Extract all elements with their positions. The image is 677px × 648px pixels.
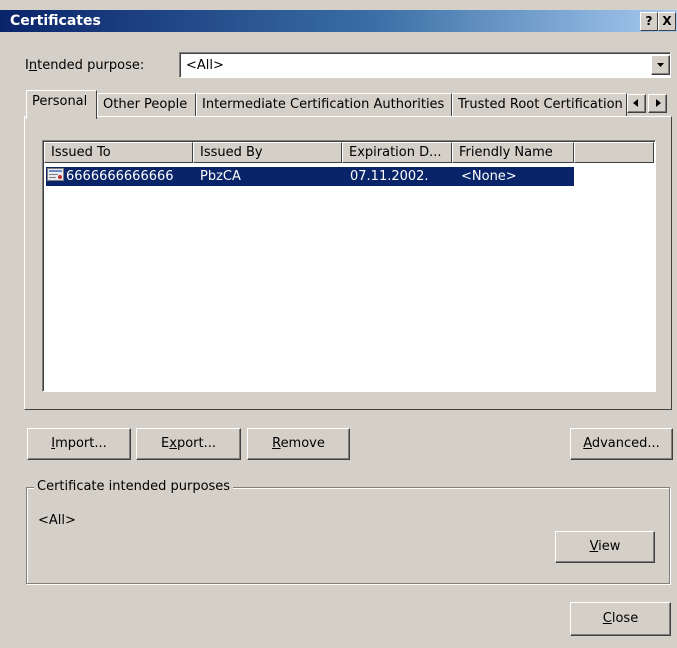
group-title: Certificate intended purposes [34, 479, 234, 494]
button-label: lose [611, 611, 639, 626]
label-accelerator: n [28, 58, 38, 73]
button-label: mport... [55, 436, 107, 451]
help-button[interactable]: ? [640, 12, 658, 31]
tab-scroll-right-button[interactable] [648, 94, 667, 113]
intended-purpose-combobox[interactable] [179, 52, 671, 78]
import-button[interactable]: Import... [27, 428, 131, 460]
tab-other-people[interactable]: Other People [97, 93, 196, 117]
cell-friendly-name: <None> [461, 169, 517, 184]
column-header-friendly-name[interactable]: Friendly Name [452, 142, 574, 163]
column-header-issued-by[interactable]: Issued By [193, 142, 342, 163]
column-header-expiration[interactable]: Expiration D... [342, 142, 452, 163]
accelerator-key: R [272, 436, 281, 451]
button-label: dvanced... [591, 436, 660, 451]
accelerator-key: x [169, 436, 177, 451]
accelerator-key: C [602, 611, 612, 626]
certificate-icon [47, 168, 64, 182]
button-label: emove [280, 436, 325, 451]
close-button[interactable]: Close [570, 602, 671, 636]
tab-scroll-left-button[interactable] [627, 94, 646, 113]
remove-button[interactable]: Remove [247, 428, 350, 460]
button-label: E [161, 436, 170, 451]
cell-expiration: 07.11.2002. [350, 169, 429, 184]
button-label: iew [598, 539, 621, 554]
chevron-down-icon[interactable] [651, 55, 670, 75]
intended-purposes-value: <All> [38, 513, 76, 528]
accelerator-key: V [589, 539, 599, 554]
chevron-right-icon [656, 99, 661, 107]
cell-issued-to: 6666666666666 [66, 169, 174, 184]
view-button[interactable]: View [555, 531, 655, 563]
label-part: tended purpose: [37, 58, 145, 73]
title-bar[interactable] [0, 10, 677, 32]
intended-purpose-label: Intended purpose: [25, 58, 144, 73]
tab-intermediate-ca[interactable]: Intermediate Certification Authorities [196, 93, 452, 117]
button-label: port... [176, 436, 216, 451]
accelerator-key: A [583, 436, 592, 451]
chevron-left-icon [633, 99, 638, 107]
cell-issued-by: PbzCA [200, 169, 241, 184]
close-window-button[interactable]: X [658, 12, 676, 31]
window-title: Certificates [10, 13, 101, 29]
export-button[interactable]: Export... [136, 428, 241, 460]
column-header-issued-to[interactable]: Issued To [44, 142, 193, 163]
intended-purpose-value: <All> [186, 58, 224, 73]
tab-trusted-root-ca[interactable]: Trusted Root Certification [452, 93, 627, 117]
tab-personal[interactable]: Personal [26, 90, 97, 119]
column-header-filler [574, 142, 654, 163]
advanced-button[interactable]: Advanced... [570, 428, 673, 460]
